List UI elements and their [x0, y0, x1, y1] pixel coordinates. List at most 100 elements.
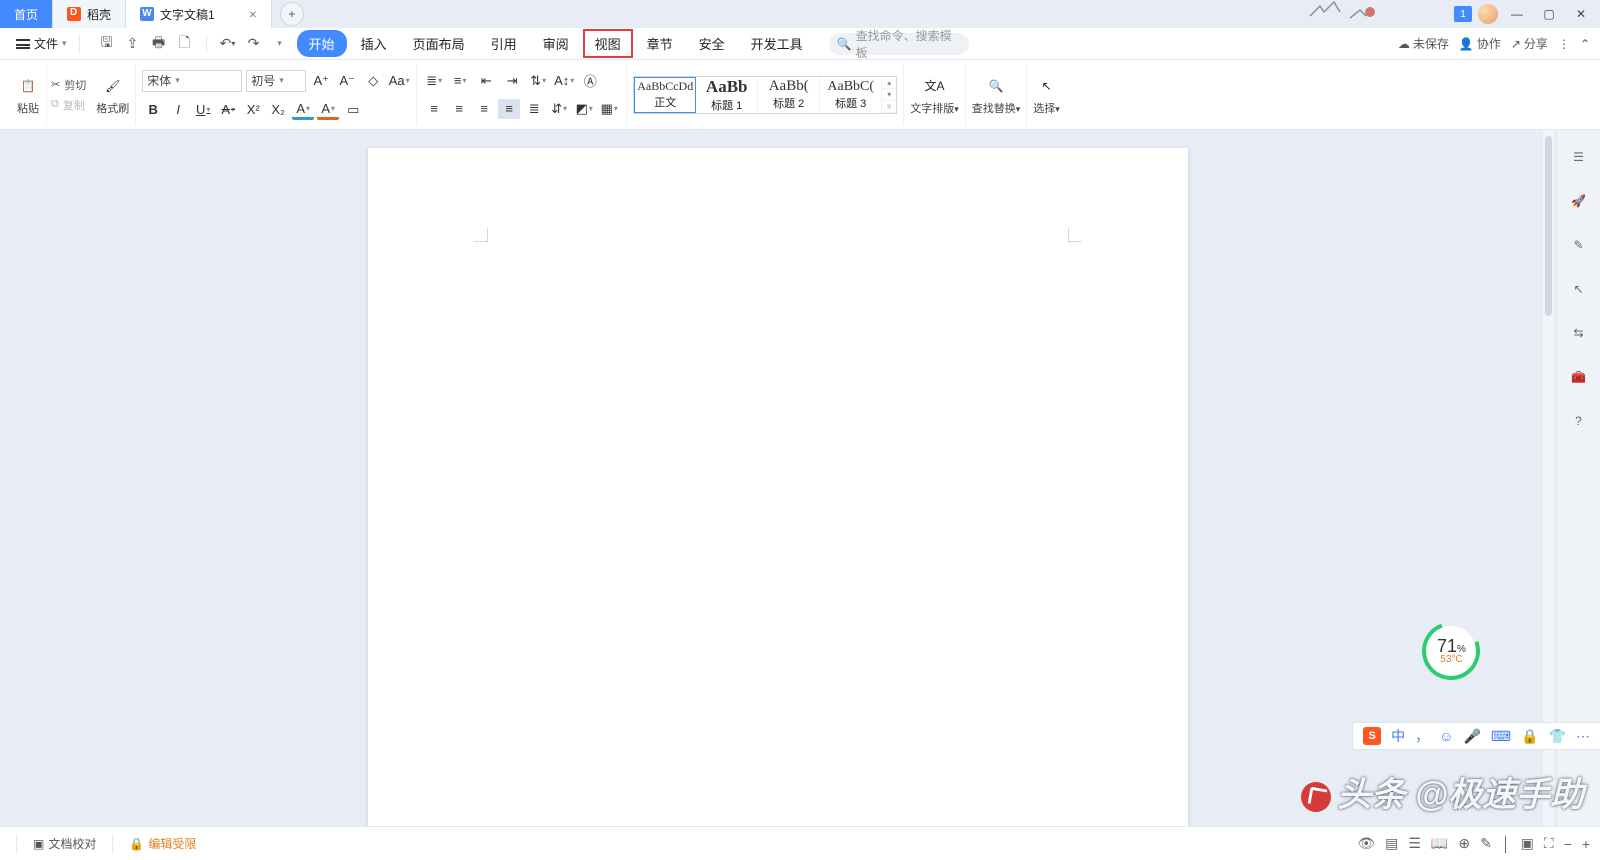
line-spacing-button[interactable]: ⇵▾: [548, 99, 570, 119]
menu-more-button[interactable]: ⋮: [1558, 37, 1570, 51]
ime-voice-icon[interactable]: 🎤: [1463, 728, 1480, 745]
scrollbar-thumb[interactable]: [1545, 136, 1552, 316]
status-view-read-icon[interactable]: 📖: [1431, 835, 1448, 852]
ribbon-tab-view[interactable]: 视图: [583, 29, 633, 58]
window-close-button[interactable]: ✕: [1568, 3, 1594, 25]
app-menu-button[interactable]: 文件 ▾: [10, 35, 73, 52]
status-annotations-icon[interactable]: ✎: [1480, 835, 1492, 852]
qat-export-icon[interactable]: ⇪: [122, 33, 144, 55]
rail-toolbox-icon[interactable]: 🧰: [1568, 366, 1590, 388]
ime-lang-toggle[interactable]: 中: [1391, 726, 1405, 746]
char-border-button[interactable]: ▭: [342, 100, 364, 120]
ime-lock-icon[interactable]: 🔒: [1521, 728, 1538, 745]
window-maximize-button[interactable]: ▢: [1536, 3, 1562, 25]
font-name-combo[interactable]: 宋体▾: [142, 70, 242, 92]
qat-redo-icon[interactable]: ↷: [243, 33, 265, 55]
distribute-button[interactable]: ≣: [523, 99, 545, 119]
style-heading3[interactable]: AaBbC(标题 3: [820, 77, 882, 113]
command-search[interactable]: 🔍 查找命令、搜索模板: [829, 33, 969, 55]
cut-button[interactable]: ✂剪切: [51, 77, 86, 93]
rail-settings-icon[interactable]: ⇆: [1568, 322, 1590, 344]
ribbon-tab-insert[interactable]: 插入: [349, 30, 399, 57]
superscript-button[interactable]: X²: [242, 100, 264, 120]
user-avatar[interactable]: [1478, 4, 1498, 24]
style-heading2[interactable]: AaBb(标题 2: [758, 77, 820, 113]
bullets-button[interactable]: ≣▾: [423, 71, 445, 91]
select-group[interactable]: ↖ 选择▾: [1027, 64, 1066, 125]
numbering-button[interactable]: ≡▾: [449, 71, 471, 91]
ribbon-tab-review[interactable]: 审阅: [531, 30, 581, 57]
style-heading1[interactable]: AaBb标题 1: [696, 77, 758, 113]
ribbon-tab-devtools[interactable]: 开发工具: [739, 30, 815, 57]
new-tab-button[interactable]: +: [280, 2, 304, 26]
rail-pointer-icon[interactable]: ↖: [1568, 278, 1590, 300]
clear-format-button[interactable]: ◇: [362, 71, 384, 91]
collab-button[interactable]: 👤协作: [1459, 35, 1501, 52]
style-normal[interactable]: AaBbCcDd正文: [634, 77, 696, 113]
unsaved-indicator[interactable]: ☁未保存: [1398, 35, 1449, 52]
status-restrict-editing[interactable]: 🔒编辑受限: [119, 835, 206, 852]
find-replace-group[interactable]: 🔍 查找替换▾: [966, 64, 1028, 125]
ime-keyboard-icon[interactable]: ⌨: [1491, 728, 1511, 745]
status-view-eye-icon[interactable]: 👁: [1357, 835, 1375, 852]
font-color-button[interactable]: A▾: [317, 100, 339, 120]
rail-collapse-icon[interactable]: ☰: [1568, 146, 1590, 168]
ribbon-tab-pagelayout[interactable]: 页面布局: [401, 30, 477, 57]
copy-button[interactable]: ⧉复制: [51, 97, 86, 113]
document-page[interactable]: [368, 148, 1188, 826]
strikethrough-button[interactable]: A▾: [217, 100, 239, 120]
ime-punct-icon[interactable]: ，: [1415, 726, 1429, 746]
ribbon-tab-start[interactable]: 开始: [297, 30, 347, 57]
highlight-color-button[interactable]: A▾: [292, 100, 314, 120]
ime-more-icon[interactable]: ⋯: [1576, 728, 1590, 745]
zoom-in-button[interactable]: +: [1582, 836, 1590, 852]
notification-badge[interactable]: 1: [1454, 6, 1472, 22]
share-button[interactable]: ↗分享: [1511, 35, 1548, 52]
change-case-button[interactable]: Aa▾: [388, 71, 410, 91]
status-view-web-icon[interactable]: ⊕: [1458, 835, 1470, 852]
rail-rocket-icon[interactable]: 🚀: [1568, 190, 1590, 212]
style-gallery-scroll[interactable]: ▴▾▿: [882, 77, 896, 113]
align-justify-button[interactable]: ≡: [498, 99, 520, 119]
shading-button[interactable]: ◩▾: [573, 99, 595, 119]
subscript-button[interactable]: X₂: [267, 100, 289, 120]
qat-save-icon[interactable]: 🖫: [96, 33, 118, 55]
font-size-combo[interactable]: 初号▾: [246, 70, 306, 92]
format-painter-icon[interactable]: 🖌: [101, 74, 125, 98]
qat-print-preview-icon[interactable]: 🗋: [174, 33, 196, 55]
borders-button[interactable]: ▦▾: [598, 99, 620, 119]
ribbon-tab-security[interactable]: 安全: [687, 30, 737, 57]
indent-increase-button[interactable]: ⇥: [501, 71, 523, 91]
rail-help-icon[interactable]: ?: [1568, 410, 1590, 432]
underline-button[interactable]: U▾: [192, 100, 214, 120]
rail-pencil-icon[interactable]: ✎: [1568, 234, 1590, 256]
editor-canvas[interactable]: [0, 130, 1556, 826]
italic-button[interactable]: I: [167, 100, 189, 120]
window-minimize-button[interactable]: —: [1504, 3, 1530, 25]
ribbon-tab-section[interactable]: 章节: [635, 30, 685, 57]
qat-print-icon[interactable]: 🖶: [148, 33, 170, 55]
text-layout-group[interactable]: 文A 文字排版▾: [904, 64, 966, 125]
grow-font-button[interactable]: A⁺: [310, 71, 332, 91]
shrink-font-button[interactable]: A⁻: [336, 71, 358, 91]
qat-undo-icon[interactable]: ↶▾: [217, 33, 239, 55]
tab-home[interactable]: 首页: [0, 0, 53, 28]
zoom-out-button[interactable]: −: [1564, 836, 1572, 852]
tab-docker[interactable]: 稻壳: [53, 0, 126, 28]
ribbon-tab-references[interactable]: 引用: [479, 30, 529, 57]
collapse-ribbon-button[interactable]: ⌃: [1580, 37, 1590, 51]
ime-emoji-icon[interactable]: ☺: [1439, 728, 1453, 744]
tab-close-icon[interactable]: ×: [249, 6, 257, 22]
align-left-button[interactable]: ≡: [423, 99, 445, 119]
status-fit-button[interactable]: ▣: [1521, 835, 1534, 852]
status-view-outline-icon[interactable]: ☰: [1408, 835, 1421, 852]
paste-icon[interactable]: 📋: [16, 74, 40, 98]
align-center-button[interactable]: ≡: [448, 99, 470, 119]
ime-skin-icon[interactable]: 👕: [1549, 728, 1566, 745]
align-right-button[interactable]: ≡: [473, 99, 495, 119]
status-fullscreen-button[interactable]: ⛶: [1544, 835, 1554, 852]
status-view-page-icon[interactable]: ▤: [1385, 835, 1398, 852]
status-proofing[interactable]: ▣文档校对: [23, 835, 106, 852]
ime-toolbar[interactable]: S 中 ， ☺ 🎤 ⌨ 🔒 👕 ⋯: [1352, 722, 1600, 750]
bold-button[interactable]: B: [142, 100, 164, 120]
